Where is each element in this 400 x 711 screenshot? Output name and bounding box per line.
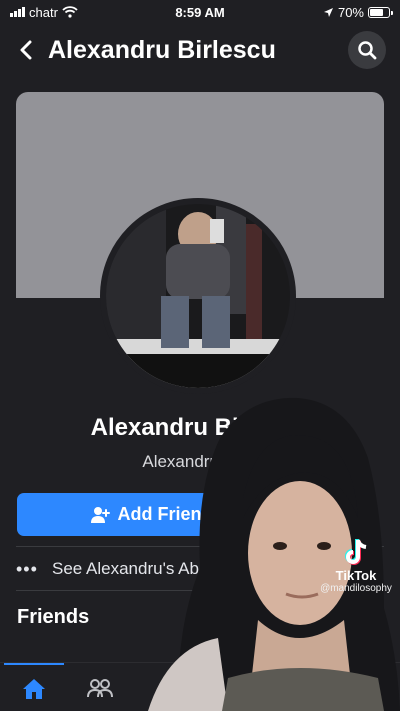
status-left: chatr: [10, 5, 78, 20]
battery-icon: [368, 6, 393, 18]
signal-icon: [10, 7, 25, 17]
tab-friends[interactable]: [72, 663, 128, 711]
wifi-icon: [62, 6, 78, 18]
page-title: Alexandru Birlescu: [48, 35, 276, 64]
home-icon: [23, 678, 45, 699]
friends-icon: [87, 678, 113, 697]
search-button[interactable]: [348, 31, 386, 69]
location-icon: [323, 7, 333, 17]
battery-percent: 70%: [337, 4, 364, 20]
carrier-label: chatr: [29, 4, 58, 20]
avatar-photo: [106, 204, 290, 388]
tiktok-handle: @mandilosophy: [320, 583, 392, 594]
tiktok-watermark: TikTok @mandilosophy: [312, 538, 400, 594]
chevron-left-icon: [20, 40, 32, 60]
friends-heading: Friends: [17, 606, 90, 628]
tab-home[interactable]: [4, 663, 64, 711]
tiktok-logo: [345, 539, 367, 565]
search-icon: [358, 41, 377, 60]
status-bar: chatr 8:59 AM 70%: [0, 0, 400, 24]
status-right: 70%: [323, 4, 393, 20]
profile-header: Alexandru Birlescu: [0, 28, 400, 72]
add-person-icon: [90, 506, 110, 523]
avatar: [106, 204, 290, 388]
battery-fill: [370, 8, 383, 16]
more-dots-icon: •••: [16, 558, 38, 579]
clock: 8:59 AM: [175, 4, 225, 20]
tiktok-brand: TikTok: [335, 568, 377, 583]
back-button[interactable]: [14, 38, 38, 62]
profile-picture[interactable]: [100, 198, 296, 394]
